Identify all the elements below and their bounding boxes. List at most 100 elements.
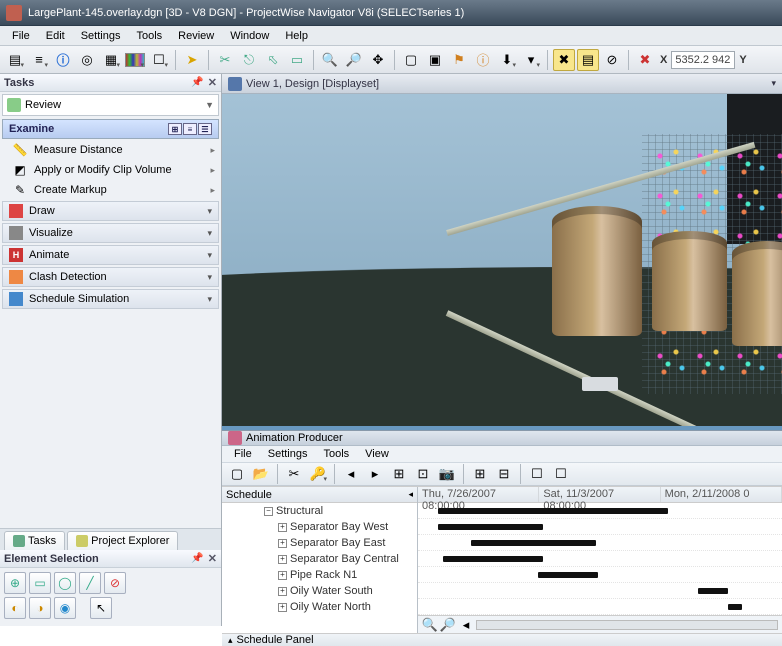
gantt-bar[interactable] — [438, 508, 668, 514]
tree-item[interactable]: +Pipe Rack N1 — [222, 567, 417, 583]
block-select-button[interactable]: ▭ — [29, 572, 51, 594]
close-icon[interactable]: ✕ — [208, 552, 217, 565]
collapse-icon[interactable]: − — [264, 507, 273, 516]
close-icon[interactable]: ✕ — [208, 76, 217, 89]
section-examine[interactable]: Examine ⊞ ≡ ☰ — [2, 119, 219, 139]
fit-button[interactable]: ⊡ — [412, 463, 434, 485]
schedule-tree[interactable]: Schedule◂ −Structural +Separator Bay Wes… — [222, 487, 418, 633]
opt2-button[interactable]: ☐ — [550, 463, 572, 485]
camera-button[interactable]: 📷 — [436, 463, 458, 485]
link-button[interactable]: ⎋ — [238, 49, 260, 71]
zoom-out-button[interactable]: 🔎 — [343, 49, 365, 71]
pin-icon[interactable]: 📌 — [191, 77, 203, 88]
gantt-bar[interactable] — [538, 572, 598, 578]
highlight2-button[interactable]: ▤ — [577, 49, 599, 71]
subtract-mode-button[interactable]: ◑ — [29, 597, 51, 619]
gantt-bar[interactable] — [443, 556, 543, 562]
tab-explorer[interactable]: Project Explorer — [67, 531, 178, 550]
expand-icon[interactable]: + — [278, 523, 287, 532]
box-select-button[interactable]: ▭ — [286, 49, 308, 71]
gantt-bar[interactable] — [471, 540, 596, 546]
gantt-bar[interactable] — [438, 524, 543, 530]
anim-menu-tools[interactable]: Tools — [315, 446, 357, 462]
cut-anim-button[interactable]: ✂ — [283, 463, 305, 485]
section-draw[interactable]: Draw ▾ — [2, 201, 219, 221]
window2-button[interactable]: ▣ — [424, 49, 446, 71]
clear-select-button[interactable]: ⊘ — [104, 572, 126, 594]
new-anim-button[interactable]: ▢ — [226, 463, 248, 485]
arrow-tool-button[interactable]: ➤ — [181, 49, 203, 71]
menu-tools[interactable]: Tools — [128, 28, 170, 44]
opt1-button[interactable]: ☐ — [526, 463, 548, 485]
pan-button[interactable]: ✥ — [367, 49, 389, 71]
detail-view-button[interactable]: ☰ — [198, 123, 212, 135]
tree-item[interactable]: +Separator Bay Central — [222, 551, 417, 567]
section-schedule[interactable]: Schedule Simulation ▾ — [2, 289, 219, 309]
gantt-scrollbar[interactable] — [476, 620, 778, 630]
task-measure-distance[interactable]: 📏 Measure Distance ▸ — [2, 140, 219, 160]
grid-view-button[interactable]: ⊞ — [168, 123, 182, 135]
info2-button[interactable]: ⓘ — [472, 49, 494, 71]
menu-window[interactable]: Window — [222, 28, 277, 44]
task-clip-volume[interactable]: ◩ Apply or Modify Clip Volume ▸ — [2, 160, 219, 180]
pin-icon[interactable]: 📌 — [191, 553, 203, 564]
expand-icon[interactable]: + — [278, 603, 287, 612]
line-select-button[interactable]: ╱ — [79, 572, 101, 594]
target-button[interactable]: ◎ — [76, 49, 98, 71]
zoom-out-gantt-button[interactable]: 🔎 — [440, 618, 456, 632]
prev-button[interactable]: ◂ — [340, 463, 362, 485]
grid2-button[interactable]: ⊟ — [493, 463, 515, 485]
more-dropdown-button[interactable]: ▾ — [520, 49, 542, 71]
anim-menu-view[interactable]: View — [357, 446, 397, 462]
section-clash[interactable]: Clash Detection ▾ — [2, 267, 219, 287]
viewport-dropdown-icon[interactable]: ▾ — [771, 78, 776, 89]
tree-item[interactable]: +Separator Bay West — [222, 519, 417, 535]
anim-menu-settings[interactable]: Settings — [260, 446, 316, 462]
open-anim-button[interactable]: 📂 — [250, 463, 272, 485]
anim-menu-file[interactable]: File — [226, 446, 260, 462]
schedule-footer[interactable]: ▴ Schedule Panel — [222, 633, 782, 646]
color-picker-button[interactable] — [124, 49, 146, 71]
next-button[interactable]: ▸ — [364, 463, 386, 485]
scroll-left-icon[interactable]: ◂ — [408, 489, 413, 500]
tab-tasks[interactable]: Tasks — [4, 531, 65, 550]
info-button[interactable]: ⓘ — [52, 49, 74, 71]
view-dropdown-button[interactable]: ☐ — [148, 49, 170, 71]
style-dropdown-button[interactable]: ≡ — [28, 49, 50, 71]
close-tool-button[interactable]: ✖ — [634, 49, 656, 71]
expand-icon[interactable]: + — [278, 587, 287, 596]
expand-icon[interactable]: + — [278, 571, 287, 580]
zoom-in-gantt-button[interactable]: 🔍 — [422, 618, 438, 632]
section-animate[interactable]: H Animate ▾ — [2, 245, 219, 265]
circle-tool-button[interactable]: ⊘ — [601, 49, 623, 71]
menu-settings[interactable]: Settings — [73, 28, 129, 44]
left-scroll-button[interactable]: ◂ — [458, 618, 474, 632]
select-button[interactable]: ⬁ — [262, 49, 284, 71]
highlight1-button[interactable]: ✖ — [553, 49, 575, 71]
coord-x-field[interactable]: 5352.2 942 — [671, 51, 735, 69]
menu-help[interactable]: Help — [277, 28, 316, 44]
cursor-dropdown-button[interactable]: ↖ — [90, 597, 112, 619]
window-button[interactable]: ▢ — [400, 49, 422, 71]
tree-item[interactable]: +Oily Water South — [222, 583, 417, 599]
list-view-button[interactable]: ≡ — [183, 123, 197, 135]
tree-root[interactable]: −Structural — [222, 503, 417, 519]
menu-edit[interactable]: Edit — [38, 28, 73, 44]
add-mode-button[interactable]: ◐ — [4, 597, 26, 619]
gantt-bar[interactable] — [698, 588, 728, 594]
tree-item[interactable]: +Oily Water North — [222, 599, 417, 615]
expand-button[interactable]: ⊞ — [388, 463, 410, 485]
layer-dropdown-button[interactable]: ▤ — [4, 49, 26, 71]
invert-mode-button[interactable]: ◉ — [54, 597, 76, 619]
menu-file[interactable]: File — [4, 28, 38, 44]
zoom-in-button[interactable]: 🔍 — [319, 49, 341, 71]
3d-viewport[interactable] — [222, 94, 782, 426]
gantt-chart[interactable]: Thu, 7/26/2007 08:00:00 Sat, 11/3/2007 0… — [418, 487, 782, 633]
cut-button[interactable]: ✂ — [214, 49, 236, 71]
individual-select-button[interactable]: ⊕ — [4, 572, 26, 594]
task-create-markup[interactable]: ✎ Create Markup ▸ — [2, 180, 219, 200]
flag-button[interactable]: ⚑ — [448, 49, 470, 71]
gantt-bar[interactable] — [728, 604, 742, 610]
section-visualize[interactable]: Visualize ▾ — [2, 223, 219, 243]
export-dropdown-button[interactable]: ⬇ — [496, 49, 518, 71]
